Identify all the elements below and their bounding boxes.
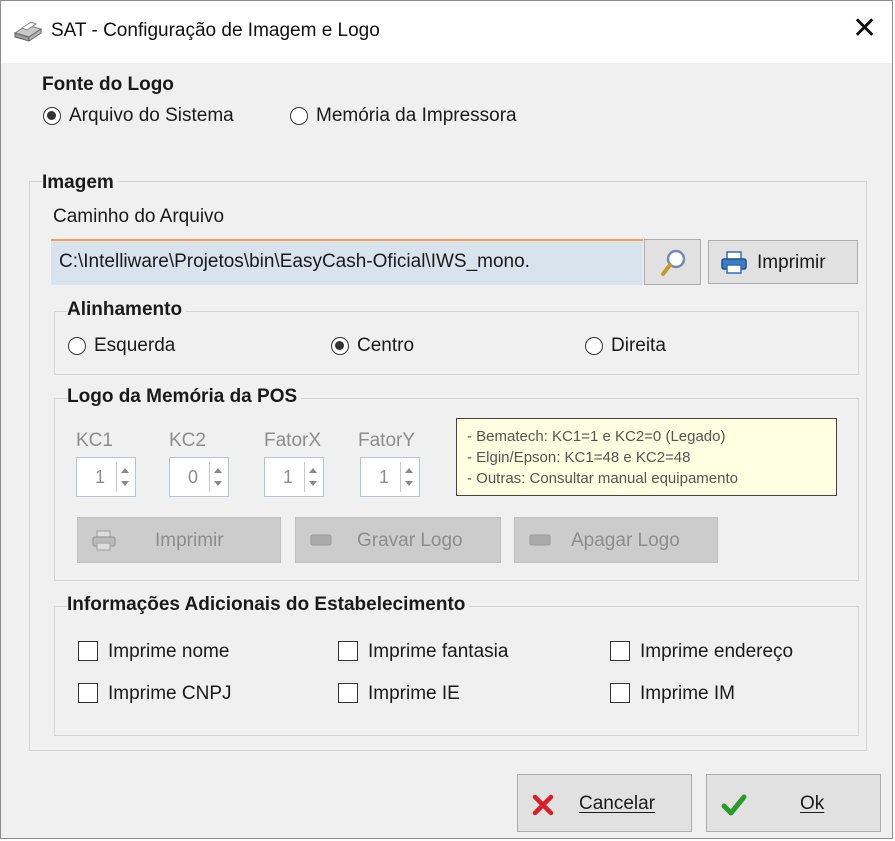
checkmark-icon: [721, 793, 747, 822]
check-imprime-cnpj[interactable]: [78, 683, 98, 703]
check-imprime-im-label[interactable]: Imprime IM: [640, 683, 735, 705]
chip-icon: [529, 533, 551, 552]
window-title: SAT - Configuração de Imagem e Logo: [51, 20, 380, 41]
print-image-button[interactable]: Imprimir: [708, 240, 858, 284]
print-logo-button[interactable]: Imprimir: [77, 517, 281, 563]
erase-logo-label: Apagar Logo: [571, 530, 680, 551]
kc2-value: 0: [188, 467, 199, 487]
check-imprime-fantasia[interactable]: [338, 641, 358, 661]
cancel-icon: [532, 794, 554, 821]
spin-arrows-icon[interactable]: [400, 462, 416, 492]
alinhamento-legend: Alinhamento: [67, 299, 187, 321]
chip-icon: [310, 533, 332, 552]
search-icon: [661, 249, 687, 282]
save-logo-label: Gravar Logo: [357, 530, 463, 551]
radio-esquerda[interactable]: [68, 337, 86, 355]
save-logo-button[interactable]: Gravar Logo: [295, 517, 501, 563]
radio-arquivo-sistema[interactable]: [43, 107, 61, 125]
check-imprime-ie[interactable]: [338, 683, 358, 703]
check-imprime-im[interactable]: [610, 683, 630, 703]
spin-arrows-icon[interactable]: [304, 462, 320, 492]
fatory-label: FatorY: [358, 430, 416, 451]
logo-pos-legend: Logo da Memória da POS: [67, 386, 302, 408]
path-label: Caminho do Arquivo: [53, 206, 225, 227]
check-imprime-endereco-label[interactable]: Imprime endereço: [640, 641, 793, 663]
info-line-elgin: - Elgin/Epson: KC1=48 e KC2=48: [467, 449, 691, 466]
kc2-label: KC2: [169, 430, 206, 451]
check-imprime-ie-label[interactable]: Imprime IE: [368, 683, 460, 705]
spin-arrows-icon[interactable]: [209, 462, 225, 492]
check-imprime-nome[interactable]: [78, 641, 98, 661]
check-imprime-nome-label[interactable]: Imprime nome: [108, 641, 229, 663]
fonte-logo-legend: Fonte do Logo: [42, 74, 178, 96]
kc2-spinner[interactable]: 0: [169, 457, 229, 497]
spin-arrows-icon[interactable]: [116, 462, 132, 492]
check-imprime-fantasia-label[interactable]: Imprime fantasia: [368, 641, 508, 663]
kc1-value: 1: [95, 467, 106, 487]
radio-direita[interactable]: [585, 337, 603, 355]
cancel-label: Cancelar: [579, 793, 656, 814]
print-image-label: Imprimir: [757, 252, 826, 273]
close-button[interactable]: ✕: [830, 1, 892, 63]
kc1-label: KC1: [76, 430, 113, 451]
info-adicionais-legend: Informações Adicionais do Estabeleciment…: [67, 594, 470, 616]
radio-memoria-impressora[interactable]: [290, 107, 308, 125]
fatory-value: 1: [379, 467, 390, 487]
fatorx-value: 1: [283, 467, 294, 487]
printer-info-tooltip: - Bematech: KC1=1 e KC2=0 (Legado) - Elg…: [456, 418, 837, 496]
info-line-bematech: - Bematech: KC1=1 e KC2=0 (Legado): [467, 428, 726, 445]
printer-icon: [721, 251, 747, 280]
radio-direita-label[interactable]: Direita: [611, 335, 666, 357]
imagem-legend: Imagem: [42, 172, 118, 194]
kc1-spinner[interactable]: 1: [76, 457, 136, 497]
check-imprime-cnpj-label[interactable]: Imprime CNPJ: [108, 683, 232, 705]
ok-button[interactable]: Ok: [706, 774, 881, 832]
dialog-window: SAT - Configuração de Imagem e Logo ✕ Fo…: [0, 0, 893, 839]
radio-centro[interactable]: [331, 337, 349, 355]
radio-esquerda-label[interactable]: Esquerda: [94, 335, 175, 357]
printer-icon: [92, 530, 116, 557]
fatorx-label: FatorX: [264, 430, 322, 451]
info-adicionais-group: [54, 606, 859, 736]
cancel-button[interactable]: Cancelar: [517, 774, 692, 832]
radio-centro-label[interactable]: Centro: [357, 335, 414, 357]
file-path-input[interactable]: C:\Intelliware\Projetos\bin\EasyCash-Ofi…: [51, 239, 643, 285]
ok-label: Ok: [800, 793, 825, 814]
radio-memoria-impressora-label[interactable]: Memória da Impressora: [316, 105, 517, 127]
browse-button[interactable]: [644, 239, 701, 285]
radio-arquivo-sistema-label[interactable]: Arquivo do Sistema: [69, 105, 234, 127]
fatorx-spinner[interactable]: 1: [264, 457, 324, 497]
close-icon: ✕: [852, 12, 878, 45]
print-logo-label: Imprimir: [155, 530, 224, 551]
fatory-spinner[interactable]: 1: [360, 457, 420, 497]
title-bar[interactable]: SAT - Configuração de Imagem e Logo ✕: [1, 1, 892, 63]
erase-logo-button[interactable]: Apagar Logo: [514, 517, 718, 563]
info-line-outras: - Outras: Consultar manual equipamento: [467, 470, 738, 487]
check-imprime-endereco[interactable]: [610, 641, 630, 661]
printer-app-icon: [13, 19, 43, 48]
